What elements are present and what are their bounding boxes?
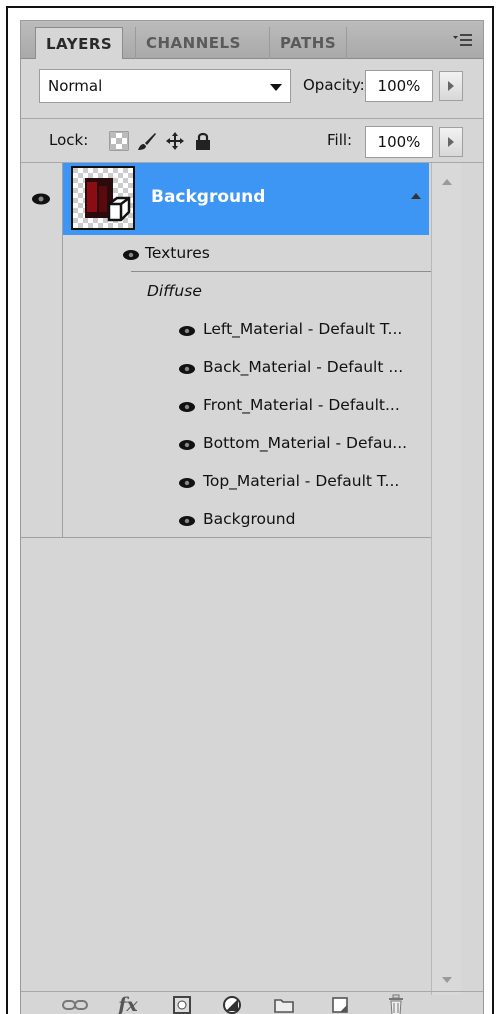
diffuse-label: Diffuse: [147, 282, 202, 300]
dropdown-caret-icon: [270, 84, 282, 91]
layer-mask-icon[interactable]: [169, 994, 195, 1014]
lock-label: Lock:: [49, 131, 89, 149]
group-folder-icon[interactable]: [271, 994, 297, 1014]
textures-eye-icon[interactable]: [121, 247, 141, 261]
panel-tab-bar: LAYERS CHANNELS PATHS: [21, 21, 483, 59]
new-layer-icon[interactable]: [327, 994, 353, 1014]
collapse-effects-arrow-icon[interactable]: [411, 193, 421, 199]
layer-thumbnail: [71, 166, 135, 230]
fx-icon[interactable]: fx: [113, 994, 143, 1014]
lock-transparent-pixels-icon[interactable]: [109, 131, 129, 151]
eye-icon[interactable]: [177, 399, 197, 413]
blend-mode-select[interactable]: Normal: [39, 69, 291, 103]
tab-paths[interactable]: PATHS: [269, 27, 348, 59]
layers-list: Background Textures Diffuse Left_Materia…: [21, 163, 483, 1014]
texture-item[interactable]: Front_Material - Default...: [203, 396, 400, 414]
lock-all-icon[interactable]: [193, 131, 213, 151]
texture-item[interactable]: Bottom_Material - Defau...: [203, 434, 407, 452]
scroll-down-arrow-icon[interactable]: [442, 977, 452, 983]
opacity-slider-arrow-icon[interactable]: [439, 71, 463, 101]
eye-icon[interactable]: [31, 191, 51, 205]
opacity-label: Opacity:: [303, 76, 365, 94]
divider: [131, 271, 431, 272]
eye-icon[interactable]: [177, 437, 197, 451]
trash-icon[interactable]: [383, 994, 409, 1014]
layer-name: Background: [151, 187, 266, 207]
fill-field[interactable]: 100%: [365, 126, 433, 158]
eye-icon[interactable]: [177, 513, 197, 527]
adjustment-layer-icon[interactable]: [219, 994, 245, 1014]
texture-item[interactable]: Back_Material - Default ...: [203, 358, 403, 376]
eye-icon[interactable]: [177, 475, 197, 489]
link-layers-icon[interactable]: [61, 994, 89, 1014]
texture-item[interactable]: Background: [203, 510, 295, 528]
tab-layers[interactable]: LAYERS: [35, 27, 124, 59]
scrollbar[interactable]: [431, 163, 461, 995]
list-bottom-divider: [21, 537, 431, 538]
tab-channels[interactable]: CHANNELS: [135, 27, 251, 59]
lock-row: Lock: Fill: 100%: [21, 119, 483, 163]
fill-label: Fill:: [327, 131, 353, 149]
opacity-field[interactable]: 100%: [365, 70, 433, 102]
panel-menu-icon[interactable]: [453, 33, 473, 47]
fill-slider-arrow-icon[interactable]: [439, 127, 463, 157]
eye-icon[interactable]: [177, 323, 197, 337]
scroll-up-arrow-icon[interactable]: [442, 179, 452, 185]
blend-mode-value: Normal: [48, 77, 103, 95]
texture-item[interactable]: Top_Material - Default T...: [203, 472, 399, 490]
lock-image-pixels-icon[interactable]: [137, 131, 157, 151]
layers-panel: LAYERS CHANNELS PATHS Normal Opacity: 10…: [20, 20, 484, 1014]
texture-item[interactable]: Left_Material - Default T...: [203, 320, 402, 338]
textures-label[interactable]: Textures: [145, 244, 210, 262]
lock-position-icon[interactable]: [165, 131, 185, 151]
eye-icon[interactable]: [177, 361, 197, 375]
bottom-toolbar: fx: [21, 991, 483, 1014]
layer-row-background[interactable]: Background: [21, 163, 461, 235]
blend-row: Normal Opacity: 100%: [21, 59, 483, 119]
